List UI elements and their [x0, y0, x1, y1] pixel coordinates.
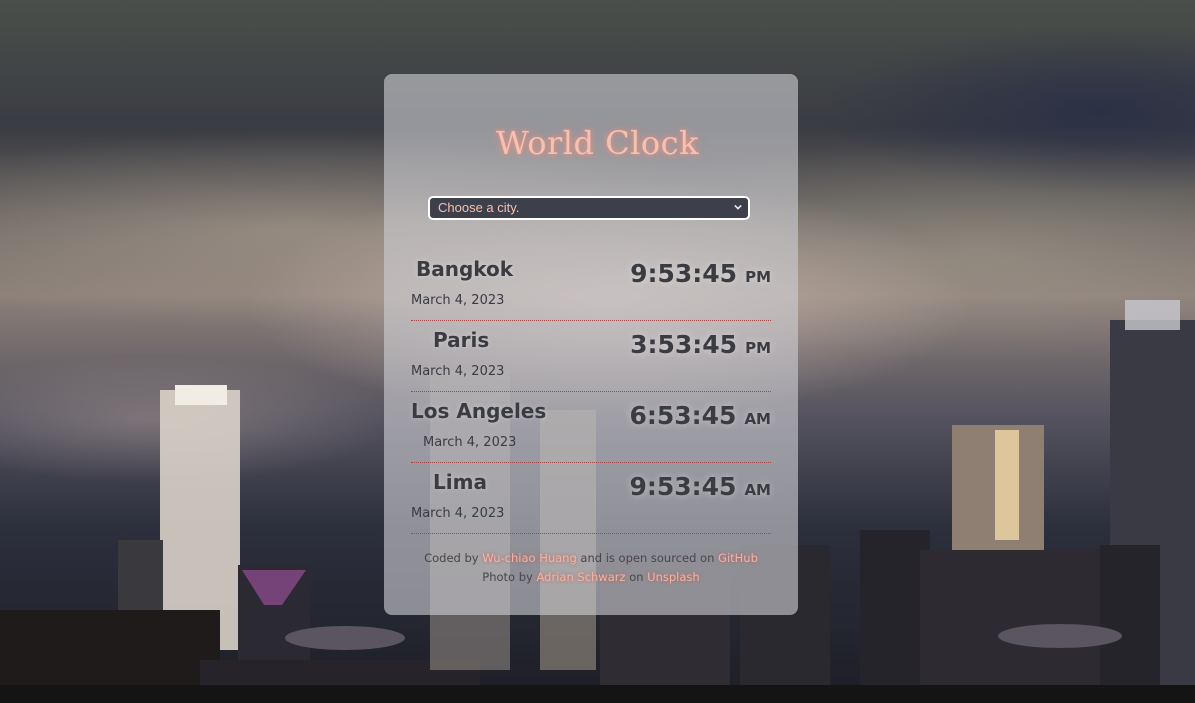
- city-row-los-angeles: Los Angeles March 4, 2023 6:53:45 AM: [411, 391, 771, 463]
- city-name: Lima: [433, 470, 487, 494]
- photographer-link[interactable]: Adrian Schwarz: [537, 570, 626, 584]
- city-date: March 4, 2023: [423, 435, 517, 450]
- github-link[interactable]: GitHub: [718, 551, 758, 565]
- city-time-ampm: PM: [745, 339, 771, 357]
- city-name: Bangkok: [416, 257, 514, 281]
- city-select-value: Choose a city.: [438, 200, 520, 215]
- city-time: 6:53:45 AM: [629, 401, 771, 430]
- city-date: March 4, 2023: [411, 293, 505, 308]
- city-time-value: 9:53:45: [630, 259, 738, 288]
- city-time: 3:53:45 PM: [630, 330, 771, 359]
- city-row-bangkok: Bangkok March 4, 2023 9:53:45 PM: [411, 249, 771, 321]
- footer-coded-by: Coded by: [424, 551, 479, 565]
- footer-photo-line: Photo by Adrian Schwarz on Unsplash: [384, 568, 798, 587]
- footer-photo-by: Photo by: [482, 570, 533, 584]
- city-time-ampm: AM: [744, 481, 771, 499]
- city-time: 9:53:45 AM: [629, 472, 771, 501]
- city-date: March 4, 2023: [411, 506, 505, 521]
- city-time-ampm: AM: [744, 410, 771, 428]
- city-time: 9:53:45 PM: [630, 259, 771, 288]
- city-name: Paris: [433, 328, 490, 352]
- chevron-down-icon: [734, 204, 742, 210]
- city-date: March 4, 2023: [411, 364, 505, 379]
- footer-credits-line: Coded by Wu-chiao Huang and is open sour…: [384, 549, 798, 568]
- city-time-value: 3:53:45: [630, 330, 738, 359]
- city-row-paris: Paris March 4, 2023 3:53:45 PM: [411, 320, 771, 392]
- city-time-value: 6:53:45: [629, 401, 737, 430]
- unsplash-link[interactable]: Unsplash: [647, 570, 700, 584]
- footer-on-text: on: [629, 570, 644, 584]
- city-time-value: 9:53:45: [629, 472, 737, 501]
- author-link[interactable]: Wu-chiao Huang: [482, 551, 577, 565]
- city-row-lima: Lima March 4, 2023 9:53:45 AM: [411, 462, 771, 534]
- footer-open-source-text: and is open sourced on: [580, 551, 715, 565]
- city-select[interactable]: Choose a city.: [428, 196, 750, 220]
- app-title: World Clock: [496, 124, 699, 162]
- city-time-ampm: PM: [745, 268, 771, 286]
- city-name: Los Angeles: [411, 399, 547, 423]
